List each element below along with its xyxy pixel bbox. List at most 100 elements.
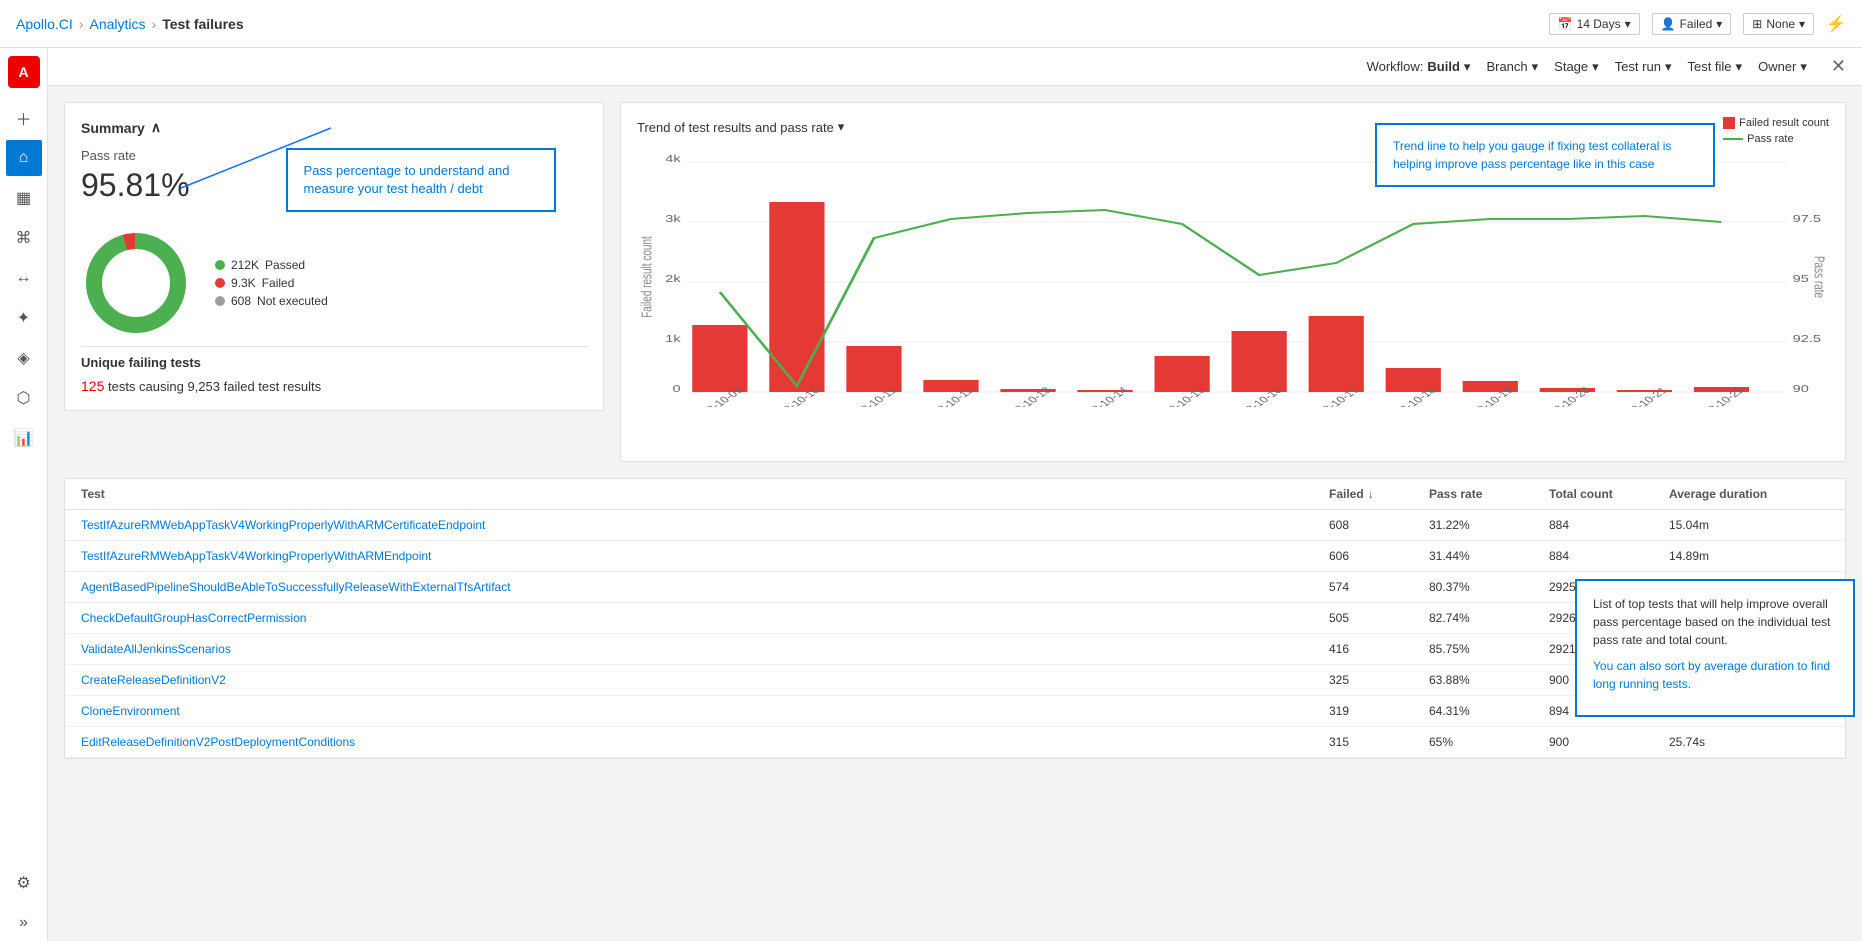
test-name-6[interactable]: CloneEnvironment <box>81 704 1329 718</box>
trend-callout: Trend line to help you gauge if fixing t… <box>1375 123 1715 187</box>
workflow-filter[interactable]: Workflow: Build ▾ <box>1367 59 1471 75</box>
col-failed[interactable]: Failed ↓ <box>1329 487 1429 501</box>
test-passrate-5: 63.88% <box>1429 673 1549 687</box>
chart-passrate-line <box>1723 138 1743 140</box>
chart-legend: 212K Passed 9.3K Failed 608 <box>215 258 328 308</box>
sidebar-icon-expand[interactable]: » <box>6 905 42 941</box>
not-executed-dot <box>215 296 225 306</box>
days-filter-btn[interactable]: 📅 14 Days ▾ <box>1549 13 1640 35</box>
test-failed-3: 505 <box>1329 611 1429 625</box>
bar-6 <box>1155 356 1210 392</box>
test-total-1: 884 <box>1549 549 1669 563</box>
failed-label: Failed <box>262 276 295 290</box>
test-passrate-6: 64.31% <box>1429 704 1549 718</box>
col-pass-rate[interactable]: Pass rate <box>1429 487 1549 501</box>
test-name-5[interactable]: CreateReleaseDefinitionV2 <box>81 673 1329 687</box>
user-icon: 👤 <box>1661 17 1676 31</box>
col-total[interactable]: Total count <box>1549 487 1669 501</box>
sidebar-icon-code[interactable]: ⌘ <box>6 220 42 256</box>
test-name-0[interactable]: TestIfAzureRMWebAppTaskV4WorkingProperly… <box>81 518 1329 532</box>
test-name-4[interactable]: ValidateAllJenkinsScenarios <box>81 642 1329 656</box>
pass-rate-section: Pass rate 95.81% Pass percentage to unde… <box>81 148 587 212</box>
sidebar-icon-settings-bottom[interactable]: ⚙ <box>6 865 42 901</box>
test-failed-0: 608 <box>1329 518 1429 532</box>
breadcrumb-sep-1: › <box>79 16 84 32</box>
test-failed-4: 416 <box>1329 642 1429 656</box>
breadcrumb-test-failures: Test failures <box>162 16 243 32</box>
testrun-filter[interactable]: Test run ▾ <box>1615 59 1672 75</box>
test-failed-7: 315 <box>1329 735 1429 749</box>
branch-label: Branch <box>1486 59 1527 74</box>
sub-header: Workflow: Build ▾ Branch ▾ Stage ▾ Test … <box>48 48 1862 86</box>
sidebar-icon-deploy[interactable]: ◈ <box>6 340 42 376</box>
test-failed-1: 606 <box>1329 549 1429 563</box>
owner-chevron: ▾ <box>1800 59 1807 75</box>
chart-panel: Trend line to help you gauge if fixing t… <box>620 102 1846 462</box>
svg-text:4k: 4k <box>665 153 681 164</box>
stage-chevron: ▾ <box>1592 59 1599 75</box>
sidebar-icon-plus[interactable]: ＋ <box>6 100 42 136</box>
svg-text:90: 90 <box>1793 383 1809 394</box>
app-logo: A <box>8 56 40 88</box>
pass-rate-value: 95.81% <box>81 167 190 204</box>
svg-text:2018-10-21: 2018-10-21 <box>1613 386 1670 407</box>
test-duration-7: 25.74s <box>1669 735 1829 749</box>
branch-filter[interactable]: Branch ▾ <box>1486 59 1538 75</box>
test-name-3[interactable]: CheckDefaultGroupHasCorrectPermission <box>81 611 1329 625</box>
content-area: Summary ∧ Pass rate 95.81% <box>48 86 1862 941</box>
none-label: None <box>1766 17 1795 31</box>
none-filter-btn[interactable]: ⊞ None ▾ <box>1743 13 1814 35</box>
testfile-label: Test file <box>1687 59 1731 74</box>
sort-icon: ↓ <box>1368 487 1374 501</box>
col-test[interactable]: Test <box>81 487 1329 501</box>
not-executed-label: Not executed <box>257 294 328 308</box>
branch-chevron: ▾ <box>1532 59 1539 75</box>
legend-not-executed: 608 Not executed <box>215 294 328 308</box>
sidebar-icon-pr[interactable]: ↔ <box>6 260 42 296</box>
chevron-down-icon3: ▾ <box>1799 17 1805 31</box>
close-button[interactable]: ✕ <box>1831 56 1846 77</box>
test-name-7[interactable]: EditReleaseDefinitionV2PostDeploymentCon… <box>81 735 1329 749</box>
test-passrate-3: 82.74% <box>1429 611 1549 625</box>
owner-filter[interactable]: Owner ▾ <box>1758 59 1807 75</box>
unique-failing-desc: 125 tests causing 9,253 failed test resu… <box>81 378 587 394</box>
sidebar-icon-test[interactable]: ✦ <box>6 300 42 336</box>
legend-failed: 9.3K Failed <box>215 276 328 290</box>
test-name-1[interactable]: TestIfAzureRMWebAppTaskV4WorkingProperly… <box>81 549 1329 563</box>
svg-text:2k: 2k <box>665 273 681 284</box>
sidebar-icon-artifact[interactable]: ⬡ <box>6 380 42 416</box>
chevron-down-icon: ▾ <box>1625 17 1631 31</box>
summary-title: Summary ∧ <box>81 119 587 136</box>
sidebar-icon-home[interactable]: ⌂ <box>6 140 42 176</box>
col-avg-duration[interactable]: Average duration <box>1669 487 1829 501</box>
stage-label: Stage <box>1554 59 1588 74</box>
sidebar-icon-board[interactable]: ▦ <box>6 180 42 216</box>
test-failed-6: 319 <box>1329 704 1429 718</box>
table-annotation: List of top tests that will help improve… <box>1575 579 1855 717</box>
failed-dot <box>215 278 225 288</box>
unique-failing-title: Unique failing tests <box>81 355 587 370</box>
stage-filter[interactable]: Stage ▾ <box>1554 59 1599 75</box>
svg-text:95: 95 <box>1793 273 1809 284</box>
test-passrate-4: 85.75% <box>1429 642 1549 656</box>
failing-count: 125 <box>81 378 104 394</box>
test-name-2[interactable]: AgentBasedPipelineShouldBeAbleToSuccessf… <box>81 580 1329 594</box>
svg-text:97.5: 97.5 <box>1793 213 1821 224</box>
test-passrate-2: 80.37% <box>1429 580 1549 594</box>
filter-icon[interactable]: ⚡ <box>1826 14 1846 34</box>
svg-text:Pass rate: Pass rate <box>1811 256 1827 298</box>
annotation-para2: You can also sort by average duration to… <box>1593 657 1837 693</box>
testfile-chevron: ▾ <box>1736 59 1743 75</box>
failed-filter-btn[interactable]: 👤 Failed ▾ <box>1652 13 1732 35</box>
workflow-label: Workflow: <box>1367 59 1424 74</box>
table-row: EditReleaseDefinitionV2PostDeploymentCon… <box>65 727 1845 758</box>
sidebar: A ＋ ⌂ ▦ ⌘ ↔ ✦ ◈ ⬡ 📊 ⚙ » <box>0 48 48 941</box>
test-passrate-7: 65% <box>1429 735 1549 749</box>
breadcrumb-apolloci[interactable]: Apollo.CI <box>16 16 73 32</box>
breadcrumb-analytics[interactable]: Analytics <box>89 16 145 32</box>
top-panels: Summary ∧ Pass rate 95.81% <box>64 102 1846 462</box>
sidebar-icon-analytics[interactable]: 📊 <box>6 420 42 456</box>
divider-1 <box>81 346 587 347</box>
testfile-filter[interactable]: Test file ▾ <box>1687 59 1742 75</box>
calendar-icon: 📅 <box>1558 17 1573 31</box>
